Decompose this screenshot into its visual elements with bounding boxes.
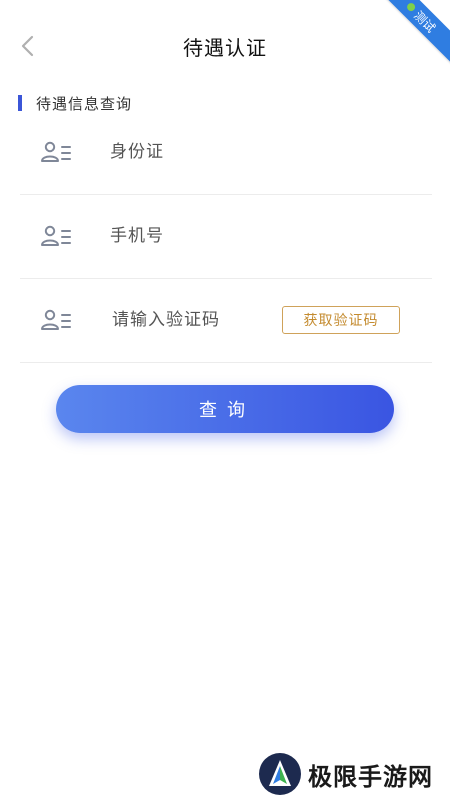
get-code-button[interactable]: 获取验证码 bbox=[282, 306, 400, 334]
user-list-icon bbox=[41, 141, 71, 162]
ribbon-dot-icon bbox=[405, 1, 417, 13]
watermark-text: 极限手游网 bbox=[308, 762, 433, 791]
watermark-logo-icon bbox=[259, 753, 301, 795]
site-watermark: 极限手游网 bbox=[258, 752, 433, 796]
id-card-input[interactable] bbox=[110, 142, 280, 162]
user-list-icon bbox=[41, 225, 71, 246]
section-accent-bar bbox=[18, 95, 22, 111]
app-header: 待遇认证 bbox=[0, 0, 450, 90]
page-title: 待遇认证 bbox=[183, 36, 267, 60]
code-input[interactable] bbox=[112, 310, 272, 330]
query-button[interactable]: 查询 bbox=[56, 385, 394, 433]
code-row: 获取验证码 bbox=[20, 278, 432, 363]
user-list-icon bbox=[41, 309, 71, 330]
phone-row bbox=[20, 194, 432, 279]
id-card-row bbox=[20, 110, 432, 195]
phone-input[interactable] bbox=[110, 226, 280, 246]
